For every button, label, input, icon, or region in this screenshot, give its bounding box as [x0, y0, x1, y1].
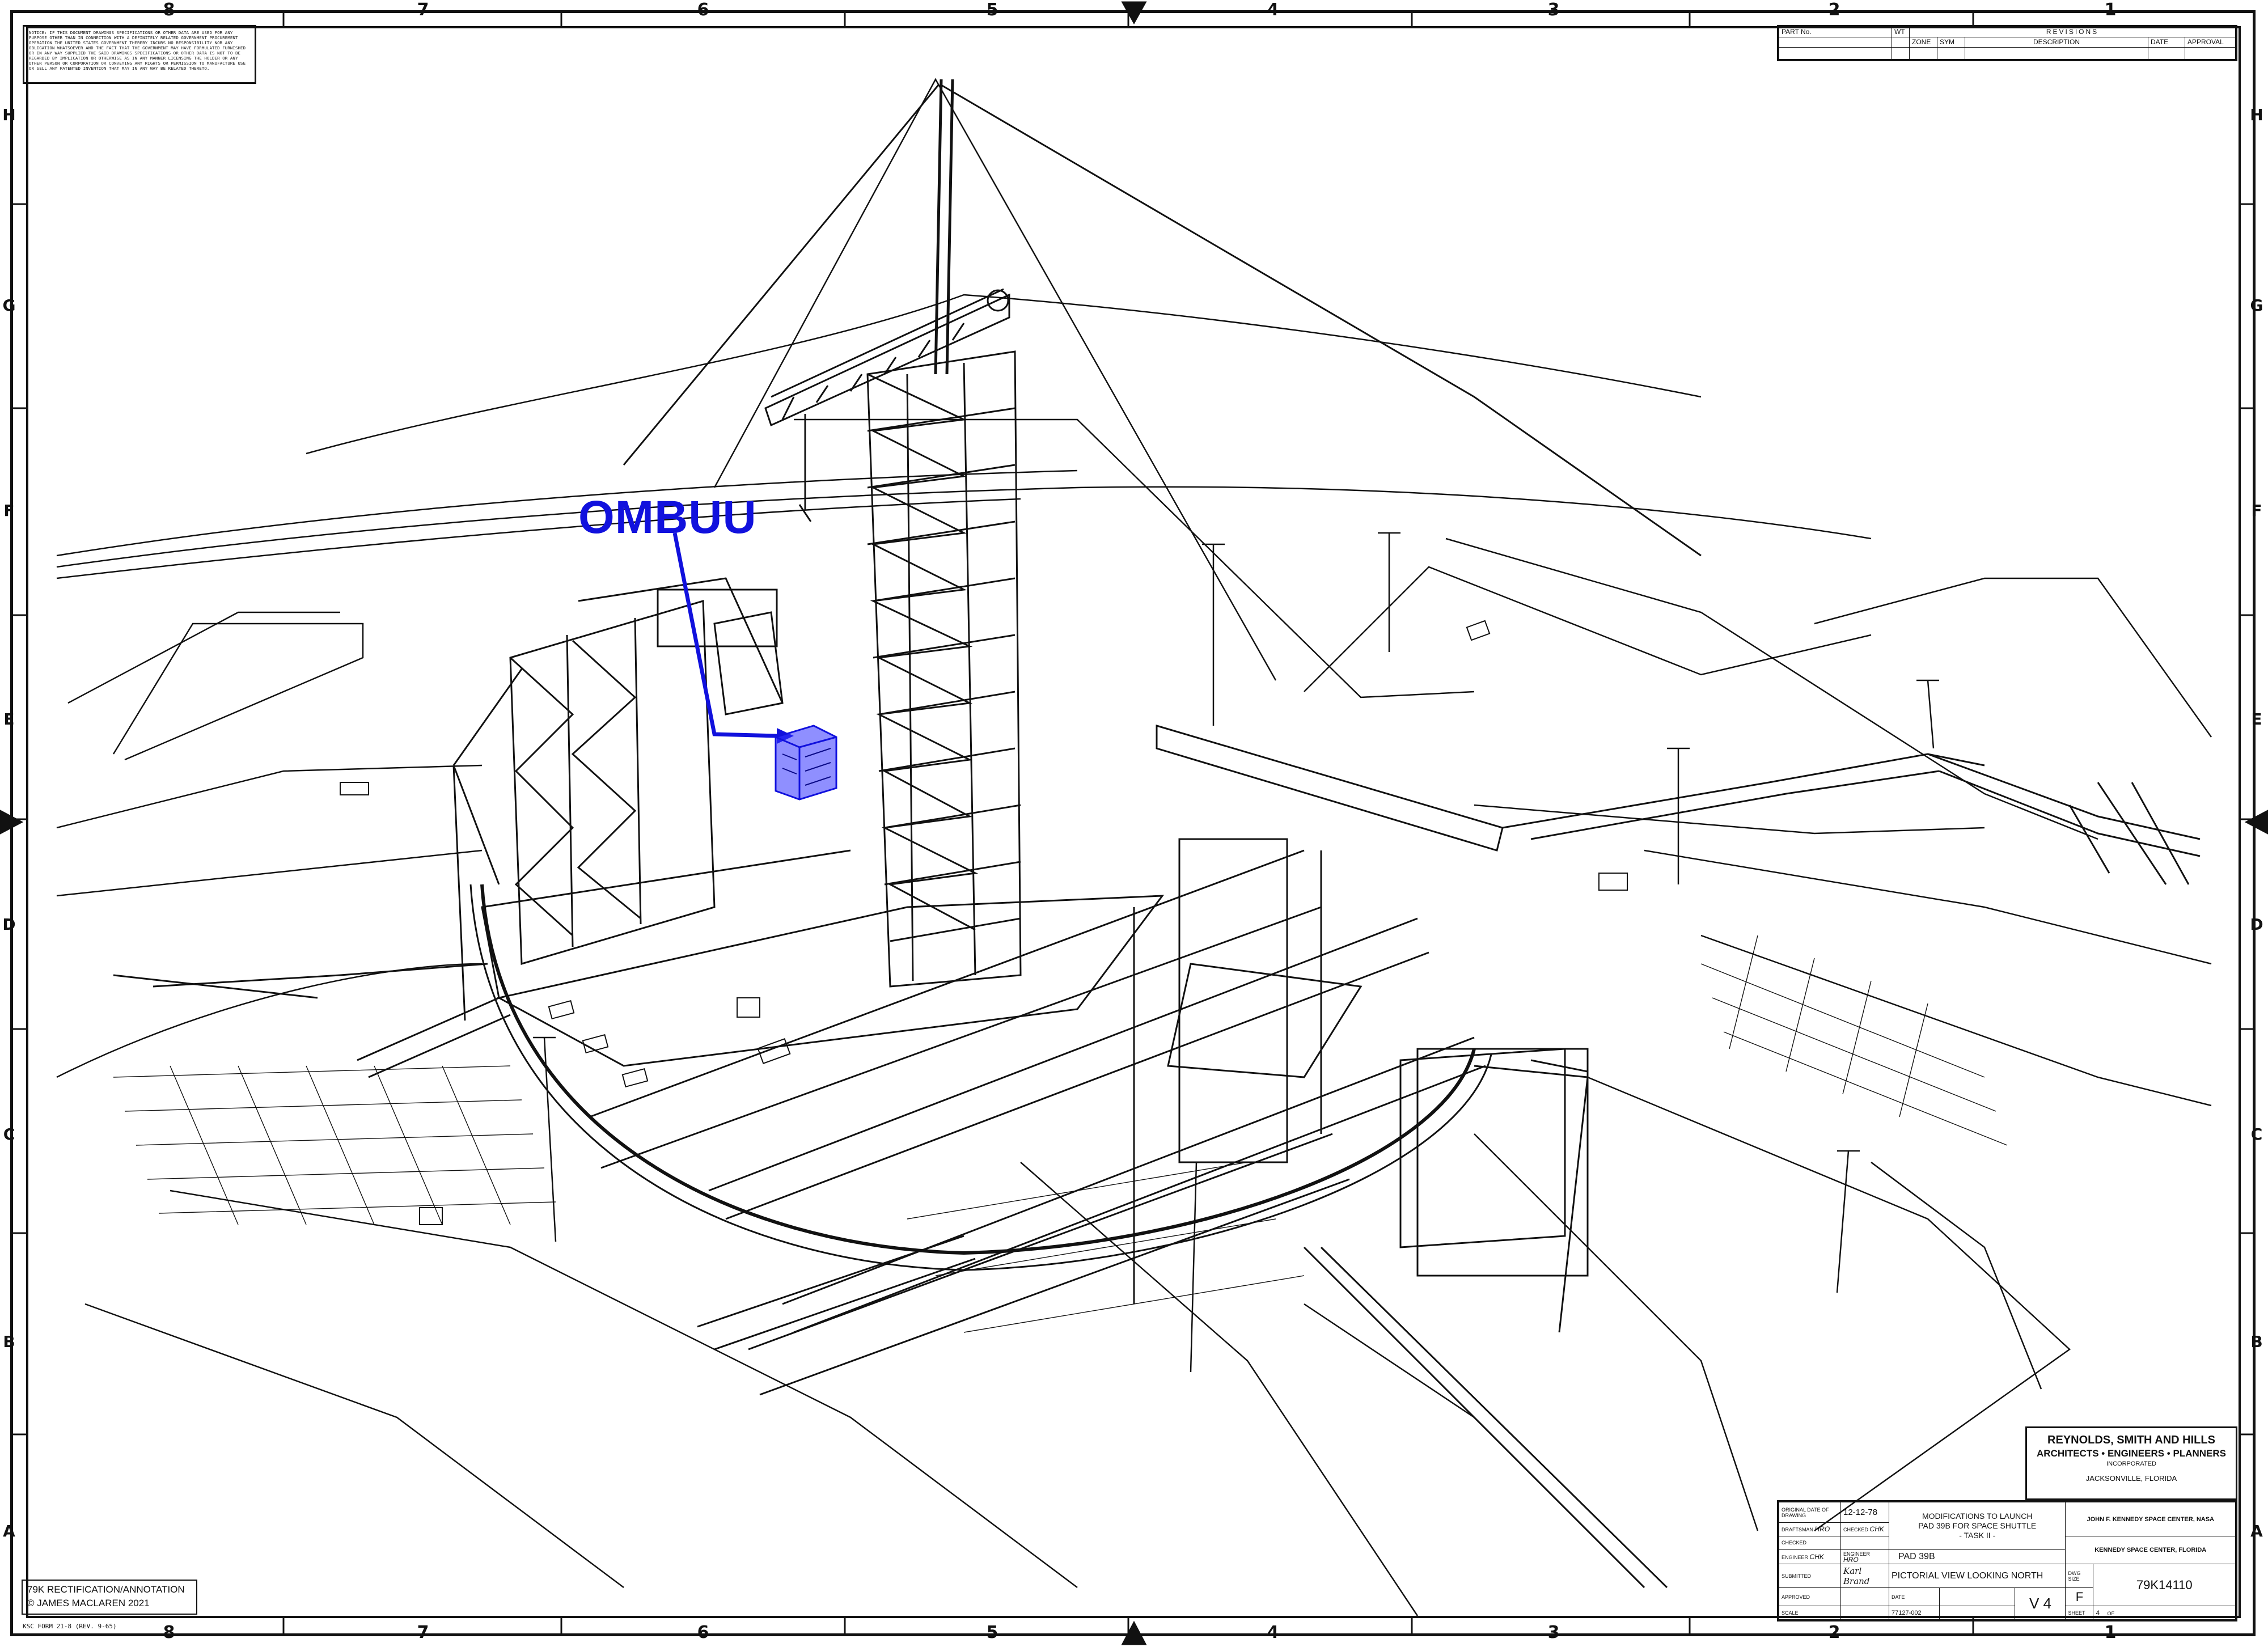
submitted-value: Karl Brand [1840, 1564, 1889, 1589]
project-title: MODIFICATIONS TO LAUNCH PAD 39B FOR SPAC… [1888, 1502, 2066, 1550]
approved-signature [1840, 1587, 1889, 1607]
project-title-line1: MODIFICATIONS TO LAUNCH [1922, 1511, 2033, 1521]
agency-name: JOHN F. KENNEDY SPACE CENTER, NASA [2065, 1501, 2236, 1537]
revisions-block: PART No. WT REVISIONS ZONE SYM DESCRIPTI… [1777, 25, 2237, 61]
project-title-line2: PAD 39B FOR SPACE SHUTTLE [1918, 1521, 2037, 1530]
view-title: PICTORIAL VIEW LOOKING NORTH [1888, 1564, 2066, 1589]
of-label: OF [2107, 1610, 2115, 1616]
project-title-line3: - TASK II - [1959, 1530, 1996, 1540]
wt-label: WT [1892, 27, 1910, 37]
agency-location: KENNEDY SPACE CENTER, FLORIDA [2065, 1536, 2236, 1565]
blank-date-cell [1939, 1587, 2016, 1607]
rev-row-1-c5 [1965, 47, 2148, 60]
sym-label: SYM [1937, 37, 1965, 48]
pad-name: PAD 39B [1888, 1549, 2066, 1565]
part-no-label: PART No. [1779, 27, 1892, 37]
credit-line1: 79K RECTIFICATION/ANNOTATION [27, 1584, 185, 1595]
date-label-cell: DATE [1889, 1587, 1940, 1607]
engineering-drawing-sheet: 8 7 6 5 4 3 2 1 8 7 6 5 4 3 2 1 H G F E … [0, 0, 2268, 1647]
code-number: 77127-002 [1889, 1606, 1940, 1620]
dwg-size: F [2065, 1587, 2094, 1607]
firm-disciplines: ARCHITECTS • ENGINEERS • PLANNERS [2037, 1448, 2226, 1459]
engineer-label: ENGINEER [1782, 1554, 1809, 1560]
original-date: 12-12-78 [1840, 1501, 1889, 1523]
approval-label: APPROVAL [2185, 37, 2236, 48]
government-notice: NOTICE: IF THIS DOCUMENT DRAWINGS SPECIF… [23, 25, 256, 84]
checked2-value [1840, 1536, 1889, 1550]
rev-row-1-c2 [1892, 47, 1910, 60]
sheet-number: 4 [2096, 1608, 2100, 1617]
credit-line2: © JAMES MACLAREN 2021 [27, 1598, 150, 1608]
checked-value: CHK [1869, 1525, 1884, 1534]
rev-row-1-c3 [1909, 47, 1937, 60]
firm-city: JACKSONVILLE, FLORIDA [2085, 1474, 2177, 1483]
credit-box: 79K RECTIFICATION/ANNOTATION © JAMES MAC… [22, 1580, 197, 1615]
rev-blank-1 [1779, 37, 1892, 48]
sheet-cell: 4 OF [2093, 1606, 2236, 1620]
description-label: DESCRIPTION [1965, 37, 2148, 48]
draftsman-label: DRAFTSMAN [1782, 1527, 1813, 1533]
engineer2-value: HRO [1843, 1555, 1859, 1564]
rev-row-1-c6 [2148, 47, 2185, 60]
annotation-arrow [672, 532, 794, 744]
checked2-label: CHECKED [1779, 1536, 1841, 1550]
sheet-label: SHEET [2065, 1606, 2094, 1620]
firm-block: REYNOLDS, SMITH AND HILLS ARCHITECTS • E… [2025, 1426, 2237, 1500]
revisions-title: REVISIONS [1909, 27, 2236, 37]
submitted-label: SUBMITTED [1779, 1564, 1841, 1589]
rev-row-1-c7 [2185, 47, 2236, 60]
annotation-overlay [672, 532, 837, 801]
checked-cell: CHECKED CHK [1840, 1522, 1889, 1537]
approved-label: APPROVED [1779, 1587, 1841, 1607]
firm-name: REYNOLDS, SMITH AND HILLS [2047, 1434, 2215, 1446]
engineer-cell: ENGINEER CHK [1779, 1549, 1841, 1565]
rev-blank-2 [1892, 37, 1910, 48]
date-label: DATE [2148, 37, 2185, 48]
zone-label: ZONE [1909, 37, 1937, 48]
engineer2-cell: ENGINEER HRO [1840, 1549, 1889, 1565]
form-number: KSC FORM 21-8 (REV. 9-65) [23, 1623, 117, 1630]
engineer-value: CHK [1809, 1552, 1824, 1561]
rev-row-1-c4 [1937, 47, 1965, 60]
draftsman-value: HRO [1814, 1525, 1830, 1534]
checked-label: CHECKED [1843, 1527, 1869, 1533]
scale-label: SCALE [1779, 1606, 1841, 1620]
title-block: ORIGINAL DATE OF DRAWING 12-12-78 MODIFI… [1777, 1500, 2237, 1621]
sheet-code: V 4 [2015, 1587, 2066, 1620]
firm-incorporated: INCORPORATED [2106, 1460, 2156, 1467]
ombuu-annotation-label: OMBUU [578, 492, 757, 543]
rev-row-1-c1 [1779, 47, 1892, 60]
original-date-label: ORIGINAL DATE OF DRAWING [1779, 1501, 1841, 1523]
draftsman-cell: DRAFTSMAN HRO [1779, 1522, 1841, 1537]
dwg-number: 79K14110 [2093, 1564, 2236, 1607]
scale-value [1840, 1606, 1889, 1620]
ombuu-highlight-box [775, 725, 837, 801]
code-blank [1939, 1606, 2016, 1620]
dwg-size-label: DWG SIZE [2065, 1564, 2094, 1589]
